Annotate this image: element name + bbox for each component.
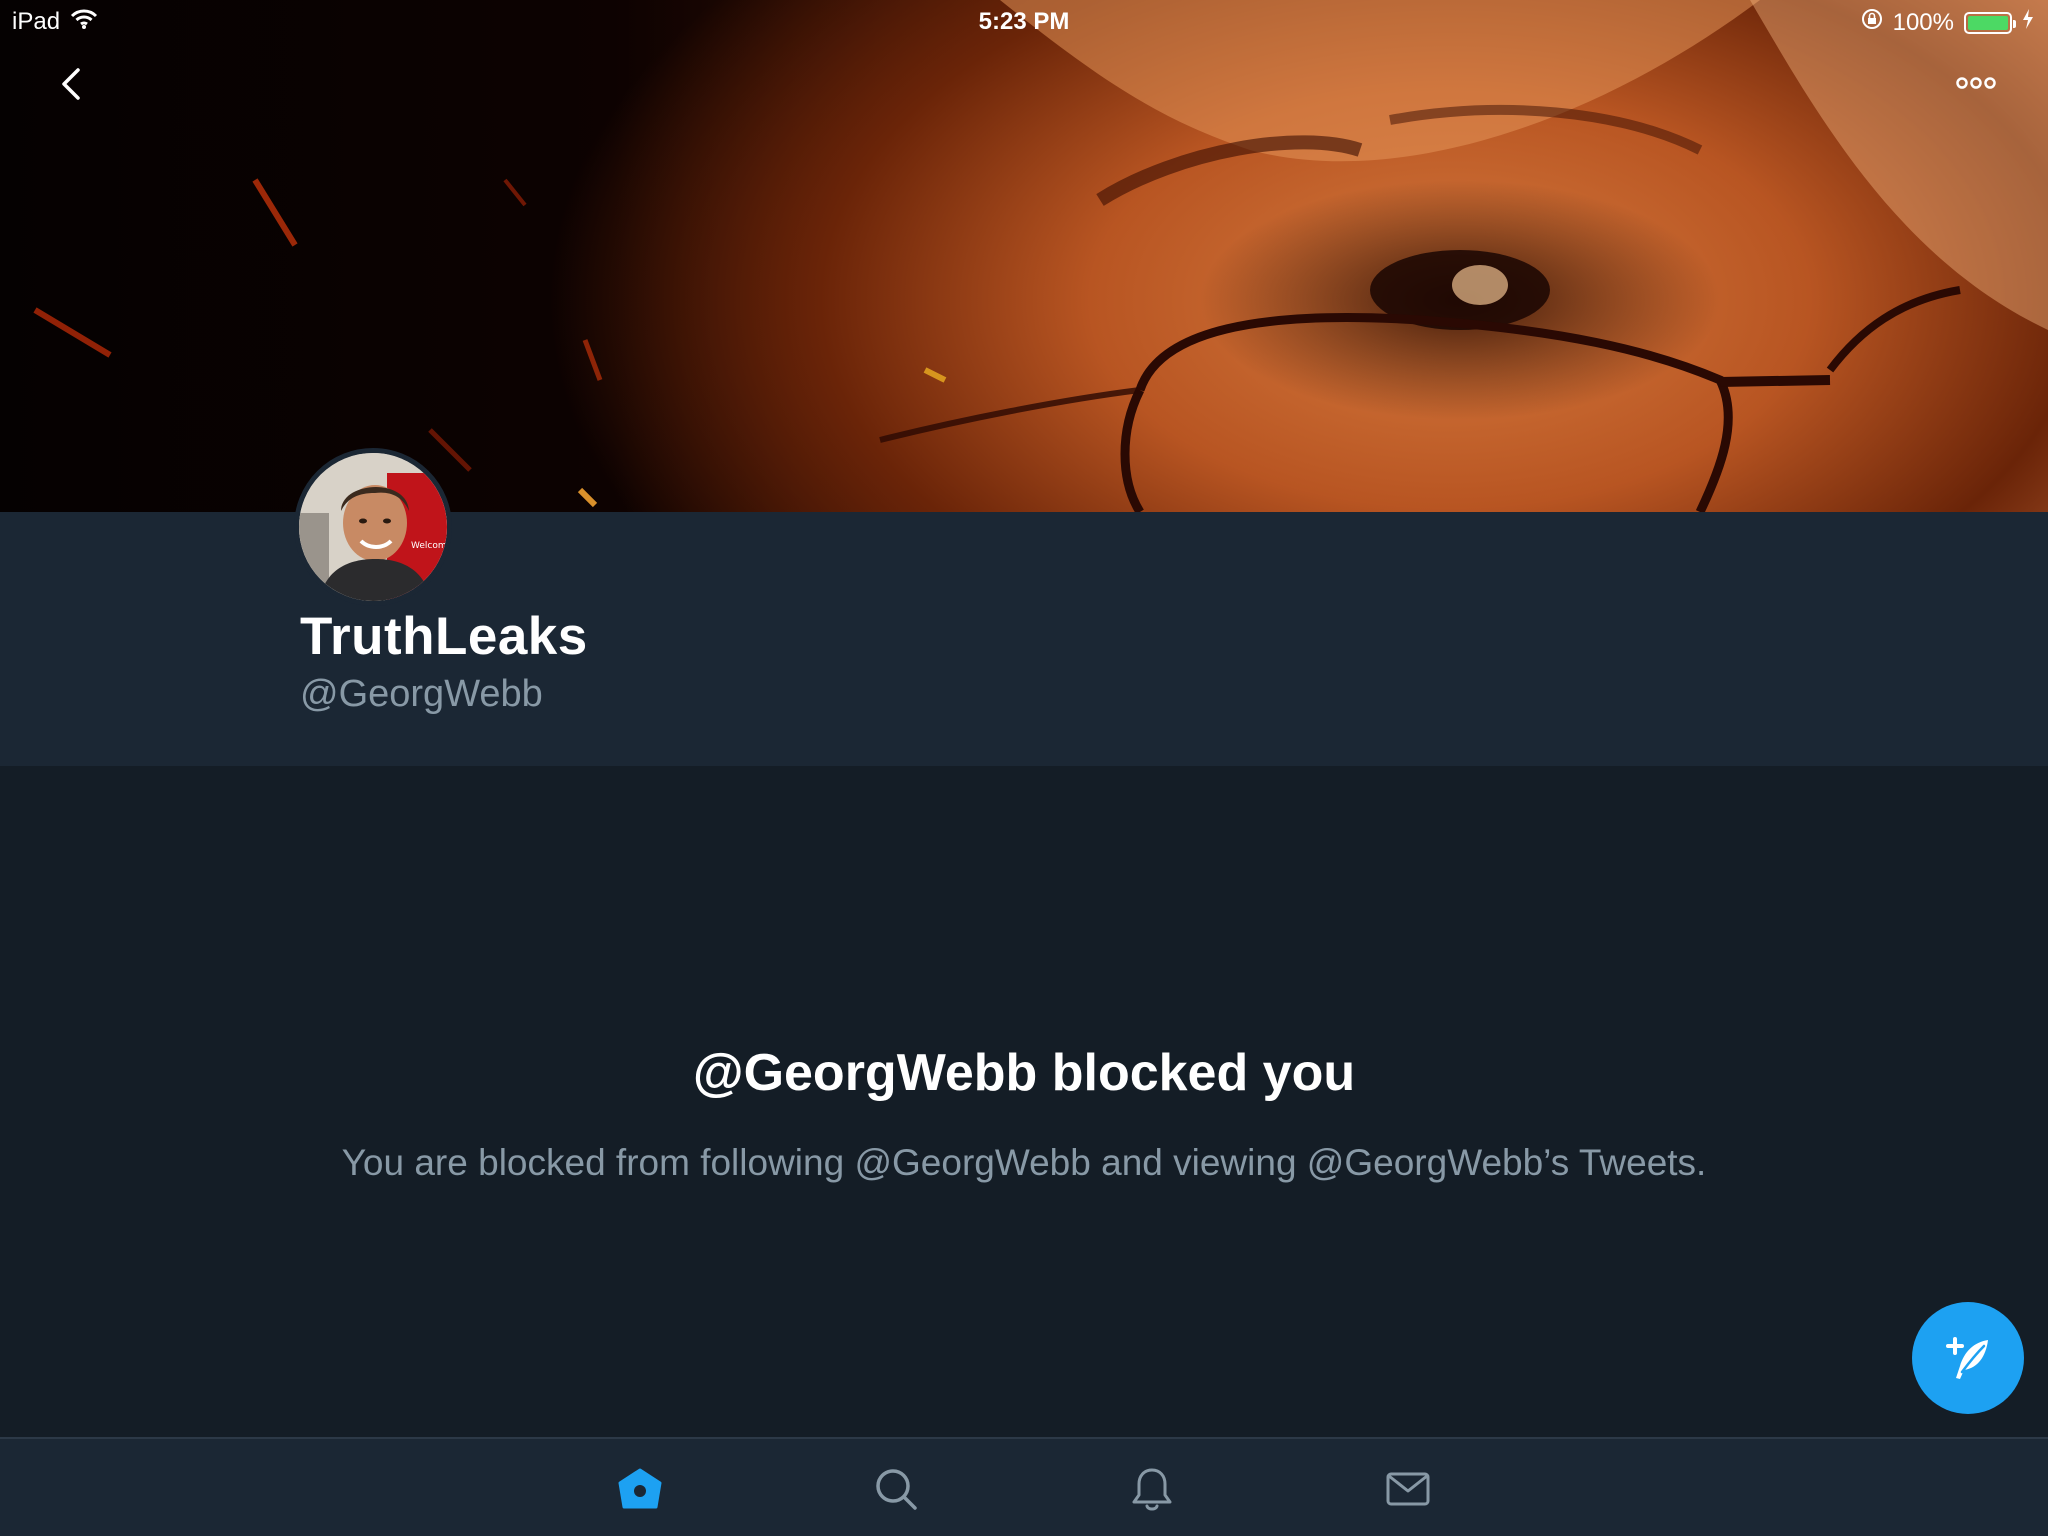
banner-artwork: [33, 0, 2048, 512]
avatar[interactable]: Welcome: [294, 448, 452, 606]
more-horizontal-icon: [1956, 77, 1996, 89]
blocked-title: @GeorgWebb blocked you: [692, 1044, 1356, 1102]
home-icon: [618, 1468, 662, 1509]
compose-feather-icon: [1946, 1337, 1988, 1379]
profile-banner-image[interactable]: [0, 0, 2048, 512]
compose-tweet-button[interactable]: [1912, 1302, 2024, 1414]
blocked-message: You are blocked from following @GeorgWeb…: [341, 1142, 1707, 1183]
tab-messages[interactable]: [1384, 1465, 1432, 1513]
battery-percent: 100%: [1892, 8, 1954, 36]
envelope-icon: [1386, 1472, 1430, 1506]
tab-search[interactable]: [872, 1465, 920, 1513]
tab-bar: [0, 1437, 2048, 1536]
back-button[interactable]: [50, 62, 94, 106]
svg-text:Welcome: Welcome: [411, 541, 447, 551]
bell-icon: [1132, 1468, 1172, 1511]
status-bar: iPad 5:23 PM 100%: [0, 0, 2048, 40]
search-icon: [876, 1469, 917, 1510]
profile-screen: iPad 5:23 PM 100% Welcom TruthLeaks @Geo…: [0, 0, 2048, 1536]
more-options-button[interactable]: [1946, 68, 2006, 98]
rotation-lock-icon: [1861, 8, 1883, 37]
tab-home[interactable]: [616, 1465, 664, 1513]
avatar-photo: Welcome: [299, 453, 447, 601]
screen-name: @GeorgWebb: [300, 673, 543, 715]
charging-bolt-icon: [2022, 8, 2034, 37]
battery-icon: [1964, 11, 2016, 34]
display-name: TruthLeaks: [300, 607, 588, 666]
chevron-left-icon: [62, 68, 80, 100]
tab-notifications[interactable]: [1128, 1465, 1176, 1513]
status-time: 5:23 PM: [978, 8, 1070, 35]
battery-level-fill: [1968, 15, 2008, 30]
